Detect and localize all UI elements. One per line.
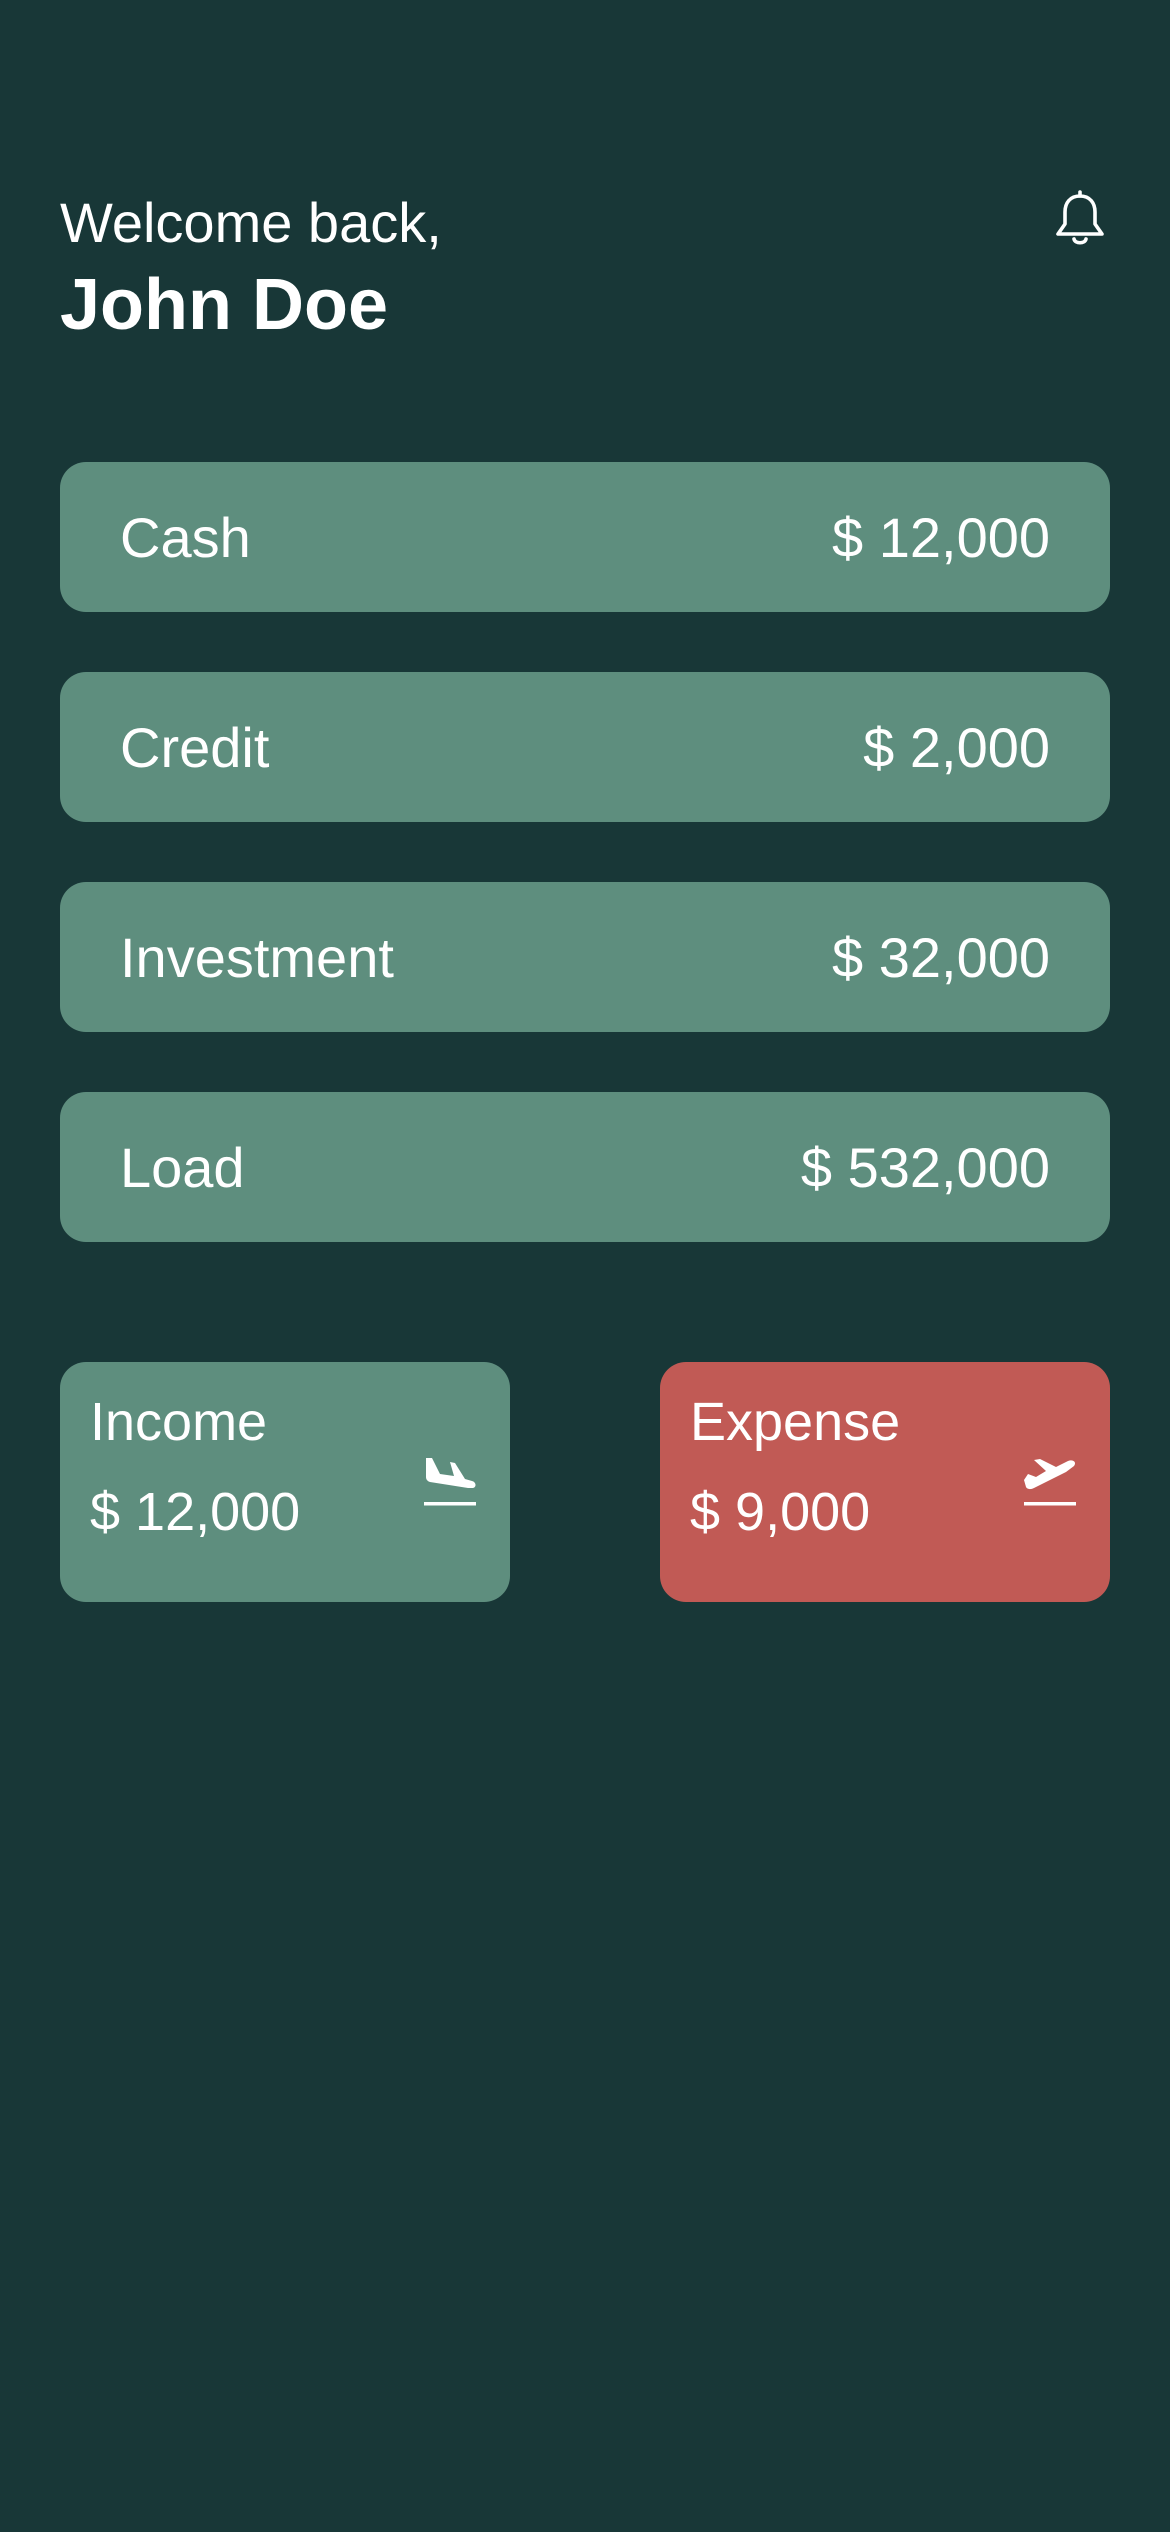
plane-landing-icon — [422, 1452, 478, 1512]
income-label: Income — [90, 1392, 268, 1452]
account-amount: $ 2,000 — [863, 715, 1050, 779]
account-amount: $ 12,000 — [832, 505, 1050, 569]
account-label: Credit — [120, 715, 270, 779]
account-row-credit[interactable]: Credit $ 2,000 — [60, 672, 1110, 822]
expense-card[interactable]: Expense $ 9,000 — [660, 1362, 1110, 1602]
username-title: John Doe — [60, 265, 389, 345]
summary-cards: Income $ 12,000 Expense $ 9,000 — [60, 1362, 1110, 1602]
account-row-load[interactable]: Load $ 532,000 — [60, 1092, 1110, 1242]
bell-icon[interactable] — [1050, 190, 1110, 250]
income-amount: $ 12,000 — [90, 1482, 301, 1542]
account-row-cash[interactable]: Cash $ 12,000 — [60, 462, 1110, 612]
accounts-list: Cash $ 12,000 Credit $ 2,000 Investment … — [60, 462, 1110, 1302]
account-label: Investment — [120, 925, 394, 989]
header: Welcome back, John Doe — [60, 190, 1110, 350]
account-label: Load — [120, 1135, 245, 1199]
account-amount: $ 32,000 — [832, 925, 1050, 989]
expense-amount: $ 9,000 — [690, 1482, 871, 1542]
income-card[interactable]: Income $ 12,000 — [60, 1362, 510, 1602]
account-row-investment[interactable]: Investment $ 32,000 — [60, 882, 1110, 1032]
account-amount: $ 532,000 — [800, 1135, 1050, 1199]
greeting-text: Welcome back, — [60, 191, 442, 254]
expense-label: Expense — [690, 1392, 901, 1452]
plane-departure-icon — [1022, 1452, 1078, 1512]
account-label: Cash — [120, 505, 251, 569]
